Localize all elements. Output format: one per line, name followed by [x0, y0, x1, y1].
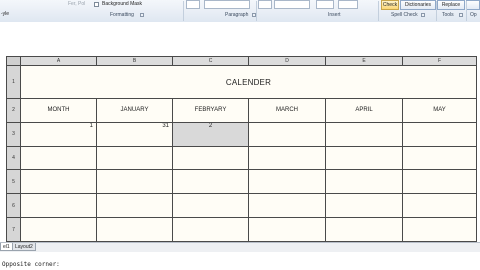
- group-label-spell-check: Spell Check: [391, 12, 418, 18]
- drawing-area[interactable]: A B C D E F 1 CALENDER 2 MONTH JANUARY F…: [0, 22, 480, 242]
- command-line[interactable]: Opposite corner:: [0, 252, 480, 270]
- table-cell[interactable]: [96, 217, 173, 242]
- check-spelling-button[interactable]: Check: [381, 0, 399, 10]
- font-faded-control[interactable]: Fer, Pol: [68, 1, 85, 8]
- column-header-c[interactable]: C: [172, 55, 249, 67]
- group-label-paragraph: Paragraph: [225, 12, 249, 18]
- ribbon-separator: [466, 1, 467, 21]
- ribbon-style-label: -yle: [1, 11, 10, 17]
- table-cell[interactable]: [248, 169, 326, 195]
- table-cell[interactable]: [402, 169, 477, 195]
- row-header-6[interactable]: 6: [6, 193, 21, 219]
- dictionaries-button[interactable]: Dictionaries: [400, 0, 436, 10]
- insert-dropdown-c[interactable]: [316, 0, 334, 9]
- cell-a3[interactable]: 1: [20, 121, 97, 147]
- ribbon-separator: [256, 1, 257, 21]
- tab-layout2[interactable]: Layout2: [12, 243, 36, 251]
- ribbon-separator: [183, 1, 184, 21]
- cell-f2[interactable]: MAY: [402, 97, 477, 123]
- cell-e3[interactable]: [325, 121, 403, 147]
- table-cell[interactable]: [20, 145, 97, 171]
- formatting-expand-icon[interactable]: [140, 13, 144, 17]
- calendar-title-cell[interactable]: CALENDER: [20, 65, 477, 99]
- group-label-tools: Tools: [442, 12, 454, 18]
- cell-c3-selected[interactable]: 2: [172, 121, 249, 147]
- insert-dropdown-b[interactable]: [274, 0, 310, 9]
- column-header-a[interactable]: A: [20, 55, 97, 67]
- calendar-table[interactable]: A B C D E F 1 CALENDER 2 MONTH JANUARY F…: [6, 55, 477, 242]
- row-header-5[interactable]: 5: [6, 169, 21, 195]
- column-header-d[interactable]: D: [248, 55, 326, 67]
- cell-c2[interactable]: FEBRYARY: [172, 97, 249, 123]
- table-cell[interactable]: [20, 169, 97, 195]
- row-header-1[interactable]: 1: [6, 65, 21, 99]
- table-cell[interactable]: [325, 193, 403, 219]
- cell-d3[interactable]: [248, 121, 326, 147]
- spell-check-expand-icon[interactable]: [421, 13, 425, 17]
- ribbon: -yle Fer, Pol Background Mask Check Dict…: [0, 0, 480, 23]
- format-dropdown[interactable]: [186, 0, 200, 9]
- column-header-b[interactable]: B: [96, 55, 173, 67]
- table-cell[interactable]: [248, 217, 326, 242]
- table-cell[interactable]: [248, 193, 326, 219]
- table-cell[interactable]: [20, 193, 97, 219]
- table-corner: [6, 55, 21, 67]
- group-label-formatting: Formatting: [110, 12, 134, 18]
- cell-b3[interactable]: 31: [96, 121, 173, 147]
- background-mask-checkbox[interactable]: [94, 2, 99, 7]
- column-header-f[interactable]: F: [402, 55, 477, 67]
- ribbon-separator: [378, 1, 379, 21]
- cell-f3[interactable]: [402, 121, 477, 147]
- tab-layout1[interactable]: el1: [0, 243, 13, 251]
- table-cell[interactable]: [402, 145, 477, 171]
- table-cell[interactable]: [172, 193, 249, 219]
- replace-button[interactable]: Replace: [437, 0, 465, 10]
- row-header-3[interactable]: 3: [6, 121, 21, 147]
- row-header-7[interactable]: 7: [6, 217, 21, 242]
- ribbon-more-button[interactable]: [466, 0, 480, 10]
- column-header-e[interactable]: E: [325, 55, 403, 67]
- table-cell[interactable]: [96, 193, 173, 219]
- table-cell[interactable]: [20, 217, 97, 242]
- insert-dropdown-a[interactable]: [258, 0, 272, 9]
- table-cell[interactable]: [96, 145, 173, 171]
- table-cell[interactable]: [325, 169, 403, 195]
- row-header-4[interactable]: 4: [6, 145, 21, 171]
- paragraph-dropdown[interactable]: [204, 0, 250, 9]
- table-cell[interactable]: [96, 169, 173, 195]
- cell-a2[interactable]: MONTH: [20, 97, 97, 123]
- table-cell[interactable]: [402, 217, 477, 242]
- cell-b2[interactable]: JANUARY: [96, 97, 173, 123]
- row-header-2[interactable]: 2: [6, 97, 21, 123]
- command-prompt-text: Opposite corner:: [2, 261, 60, 268]
- background-mask-label[interactable]: Background Mask: [102, 1, 142, 8]
- cell-d2[interactable]: MARCH: [248, 97, 326, 123]
- table-cell[interactable]: [402, 193, 477, 219]
- tools-expand-icon[interactable]: [459, 13, 463, 17]
- table-cell[interactable]: [325, 145, 403, 171]
- table-cell[interactable]: [248, 145, 326, 171]
- ribbon-separator: [436, 1, 437, 21]
- table-cell[interactable]: [172, 145, 249, 171]
- group-label-insert: Insert: [328, 12, 341, 18]
- insert-dropdown-d[interactable]: [338, 0, 358, 9]
- group-label-options: Op: [470, 12, 477, 18]
- table-cell[interactable]: [172, 217, 249, 242]
- cell-e2[interactable]: APRIL: [325, 97, 403, 123]
- table-cell[interactable]: [172, 169, 249, 195]
- table-cell[interactable]: [325, 217, 403, 242]
